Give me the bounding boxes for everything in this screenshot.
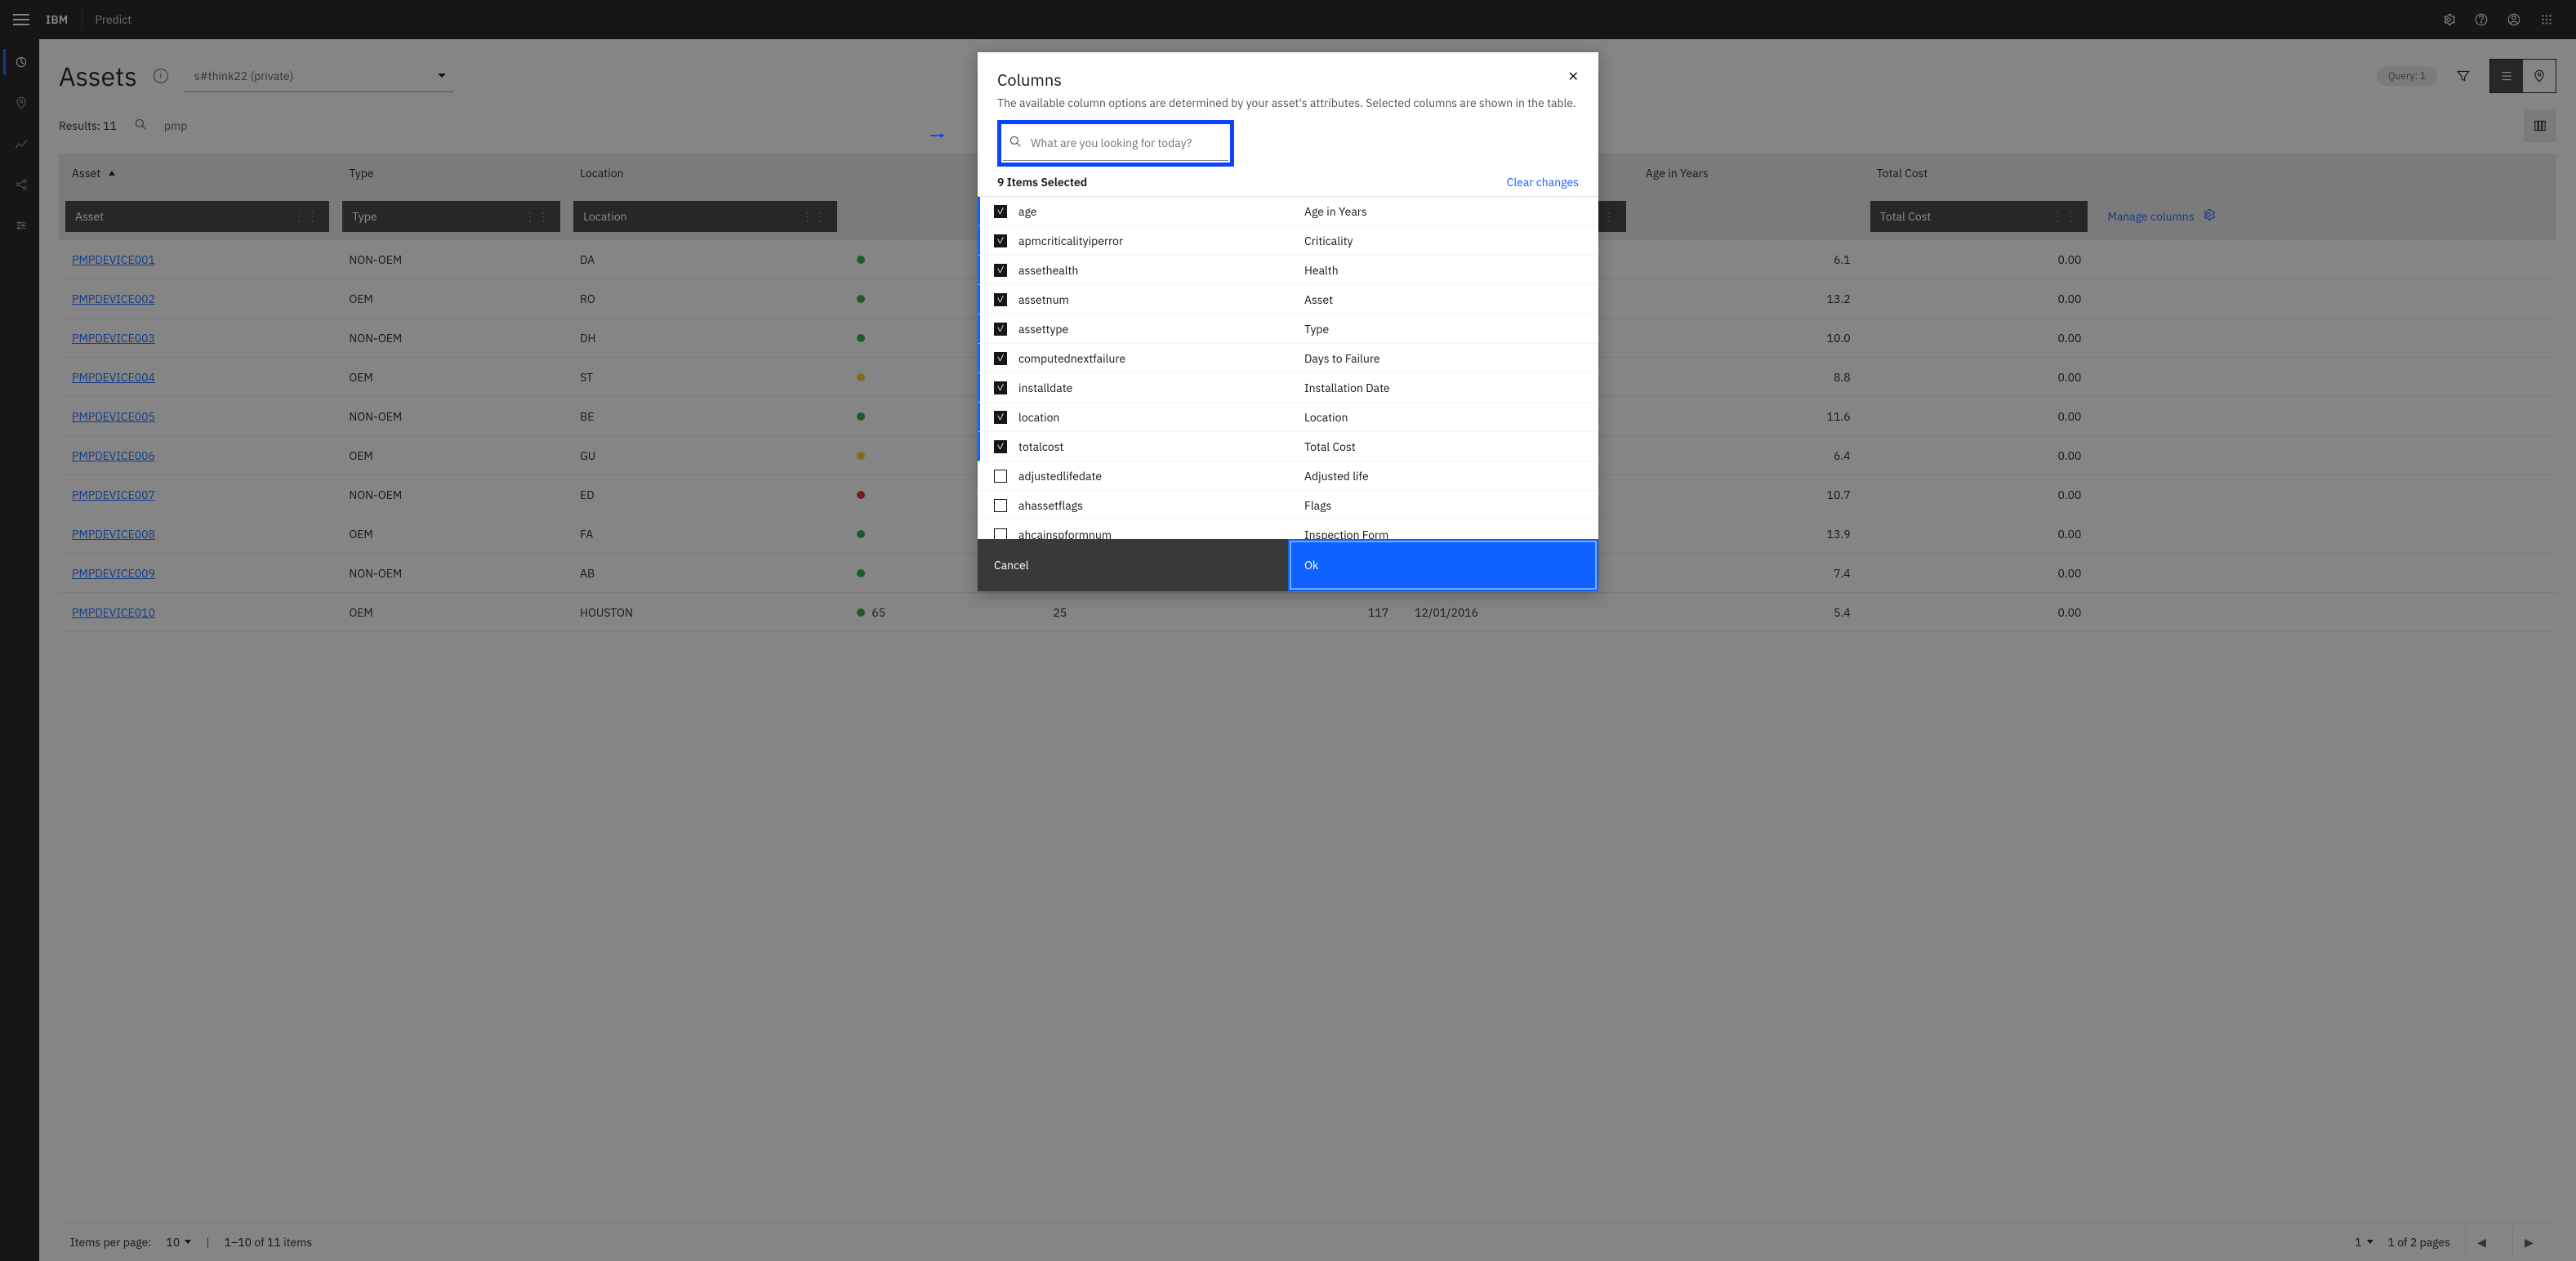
column-option[interactable]: ✓ installdateInstallation Date [978, 373, 1598, 403]
column-list[interactable]: ✓ ageAge in Years ✓ apmcriticalityiperrorCr… [978, 196, 1598, 539]
modal-footer: Cancel Ok [978, 539, 1598, 591]
search-field [1003, 126, 1228, 161]
modal-title: Columns [997, 69, 1062, 91]
selected-count: 9 Items Selected [997, 175, 1087, 189]
column-option[interactable]: ✓ computednextfailureDays to Failure [978, 344, 1598, 373]
column-key: ahassetflags [1018, 498, 1304, 513]
column-option[interactable]: ahcainspformnumInspection Form [978, 520, 1598, 539]
column-label: Age in Years [1304, 204, 1367, 219]
column-key: location [1018, 410, 1304, 425]
column-key: age [1018, 204, 1304, 219]
search-highlight-box [997, 120, 1234, 167]
column-label: Criticality [1304, 234, 1353, 248]
checkbox[interactable]: ✓ [994, 411, 1007, 424]
column-key: assetnum [1018, 292, 1304, 307]
column-key: assethealth [1018, 263, 1304, 278]
checkbox[interactable]: ✓ [994, 381, 1007, 394]
column-option[interactable]: ahassetflagsFlags [978, 491, 1598, 520]
column-option[interactable]: ✓ apmcriticalityiperrorCriticality [978, 226, 1598, 256]
column-option[interactable]: ✓ totalcostTotal Cost [978, 432, 1598, 461]
column-option[interactable]: ✓ locationLocation [978, 403, 1598, 432]
cancel-button[interactable]: Cancel [978, 539, 1288, 591]
checkbox[interactable]: ✓ [994, 293, 1007, 306]
column-option[interactable]: ✓ assettypeType [978, 314, 1598, 344]
column-label: Inspection Form [1304, 528, 1388, 540]
checkbox[interactable]: ✓ [994, 205, 1007, 218]
checkbox[interactable]: ✓ [994, 323, 1007, 336]
column-label: Type [1304, 322, 1329, 336]
columns-modal: Columns ✕ The available column options a… [978, 52, 1598, 591]
column-label: Days to Failure [1304, 351, 1380, 366]
column-label: Installation Date [1304, 381, 1390, 395]
checkbox[interactable]: ✓ [994, 440, 1007, 453]
callout-arrow [930, 128, 945, 143]
checkbox[interactable] [994, 499, 1007, 512]
checkbox[interactable]: ✓ [994, 234, 1007, 247]
column-option[interactable]: ✓ assethealthHealth [978, 256, 1598, 285]
column-key: totalcost [1018, 439, 1304, 454]
column-option[interactable]: ✓ ageAge in Years [978, 197, 1598, 226]
column-label: Total Cost [1304, 439, 1356, 454]
clear-changes-link[interactable]: Clear changes [1507, 175, 1579, 189]
column-label: Health [1304, 263, 1339, 278]
search-input[interactable] [1031, 136, 1223, 150]
column-option[interactable]: ✓ assetnumAsset [978, 285, 1598, 314]
column-key: adjustedlifedate [1018, 469, 1304, 483]
modal-description: The available column options are determi… [978, 96, 1598, 120]
ok-button[interactable]: Ok [1288, 539, 1598, 591]
checkbox[interactable]: ✓ [994, 352, 1007, 365]
checkbox[interactable] [994, 470, 1007, 483]
column-key: apmcriticalityiperror [1018, 234, 1304, 248]
checkbox[interactable]: ✓ [994, 264, 1007, 277]
close-icon[interactable]: ✕ [1568, 69, 1579, 85]
column-label: Flags [1304, 498, 1331, 513]
column-key: installdate [1018, 381, 1304, 395]
checkbox[interactable] [994, 528, 1007, 540]
column-key: assettype [1018, 322, 1304, 336]
column-label: Adjusted life [1304, 469, 1369, 483]
column-option[interactable]: adjustedlifedateAdjusted life [978, 461, 1598, 491]
column-label: Asset [1304, 292, 1333, 307]
search-icon [1008, 134, 1023, 152]
column-key: computednextfailure [1018, 351, 1304, 366]
column-key: ahcainspformnum [1018, 528, 1304, 540]
column-label: Location [1304, 410, 1348, 425]
